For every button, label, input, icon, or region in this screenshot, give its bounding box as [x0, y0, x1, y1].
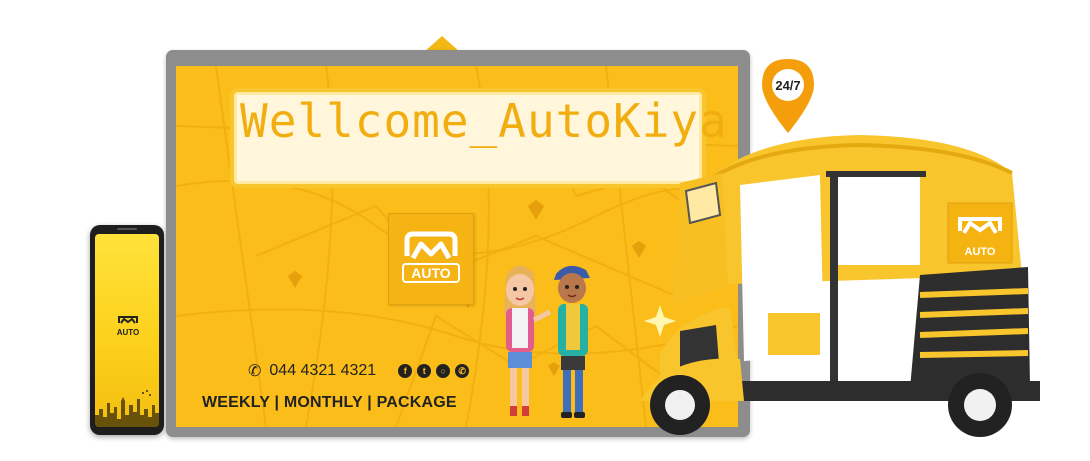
facebook-icon[interactable]: f: [398, 364, 413, 378]
kids-illustration: [504, 265, 590, 418]
wheel-rear: [948, 373, 1012, 437]
plans-text: WEEKLY | MONTHLY | PACKAGE: [202, 394, 457, 411]
location-pin-icon: 24/7: [762, 59, 814, 133]
phone-screen: AUTO: [95, 234, 159, 427]
brand-logo-tile: AUTO: [388, 213, 474, 305]
girl-figure: [504, 265, 552, 416]
phone-number: 044 4321 4321: [269, 362, 377, 379]
smartphone: AUTO: [90, 225, 164, 435]
auto-rickshaw: 24/7 AUTO: [640, 59, 1040, 437]
instagram-icon[interactable]: ○: [436, 364, 451, 378]
availability-badge: 24/7: [775, 78, 800, 93]
auto-logo-icon: AUTO: [402, 231, 460, 283]
phone-logo-text: AUTO: [117, 328, 140, 337]
boy-figure: [554, 265, 590, 418]
brand-logo-text: AUTO: [411, 265, 451, 281]
rickshaw-logo-text: AUTO: [965, 246, 996, 258]
auto-logo-icon: AUTO: [117, 316, 140, 337]
wheel-front: [650, 375, 710, 435]
social-links: f t ○ ✆: [398, 364, 470, 378]
phone-icon: ✆: [248, 363, 262, 380]
whatsapp-icon[interactable]: ✆: [455, 364, 470, 378]
city-skyline-icon: [95, 390, 159, 427]
contact-row: ✆ 044 4321 4321 f t ○ ✆: [248, 361, 470, 381]
twitter-icon[interactable]: t: [417, 364, 432, 378]
phone-speaker: [117, 228, 137, 230]
